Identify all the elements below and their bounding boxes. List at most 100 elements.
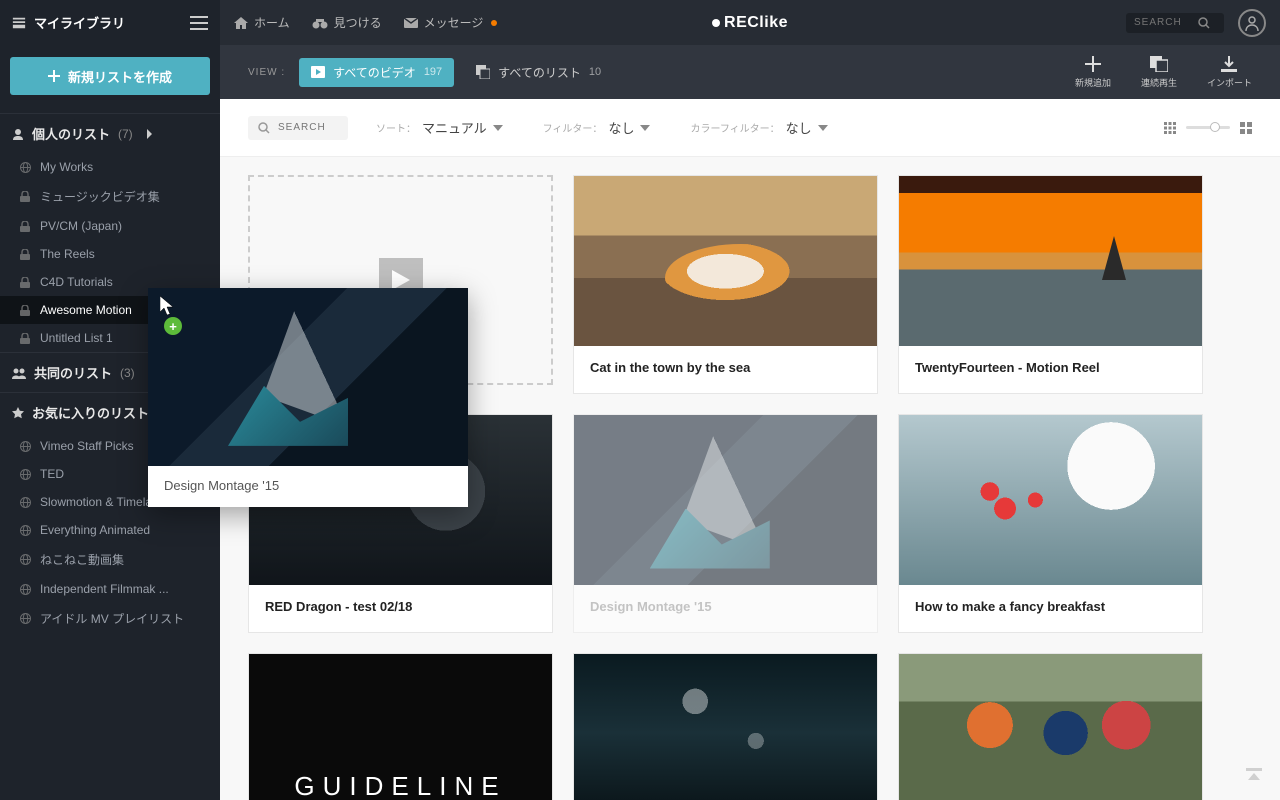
action-add-new[interactable]: 新規追加 xyxy=(1075,56,1111,89)
action-import[interactable]: インポート xyxy=(1207,56,1252,89)
sort-value: マニュアル xyxy=(422,118,487,137)
mail-icon xyxy=(404,18,418,28)
thumbnail xyxy=(899,176,1202,346)
sidebar-item[interactable]: Independent Filmmak ... xyxy=(0,575,220,603)
sort-dropdown[interactable]: ソート： マニュアル xyxy=(376,118,503,137)
chevron-right-icon xyxy=(145,129,153,139)
drag-preview-card[interactable]: + Design Montage '15 xyxy=(148,288,468,507)
nav-messages[interactable]: メッセージ xyxy=(404,14,498,31)
nav-home[interactable]: ホーム xyxy=(234,14,290,31)
new-list-label: 新規リストを作成 xyxy=(68,67,172,86)
action-play-all[interactable]: 連続再生 xyxy=(1141,56,1177,89)
globe-icon xyxy=(20,584,32,595)
view-all-videos-label: すべてのビデオ xyxy=(333,64,416,81)
hamburger-icon[interactable] xyxy=(190,16,208,30)
sidebar-item-label: Slowmotion & Timela ... xyxy=(40,495,165,509)
library-icon xyxy=(12,16,26,30)
sidebar-item-label: Independent Filmmak ... xyxy=(40,582,169,596)
video-card[interactable] xyxy=(898,653,1203,800)
sidebar-item-label: アイドル MV プレイリスト xyxy=(40,610,184,627)
sidebar-title: マイライブラリ xyxy=(34,13,125,32)
sidebar-item-label: The Reels xyxy=(40,247,95,261)
nav-find[interactable]: 見つける xyxy=(312,14,382,31)
card-title: RED Dragon - test 02/18 xyxy=(249,585,552,632)
card-title: How to make a fancy breakfast xyxy=(899,585,1202,632)
sidebar-item-label: Awesome Motion xyxy=(40,303,132,317)
video-card[interactable]: Design Montage '15 xyxy=(573,414,878,633)
slider-knob[interactable] xyxy=(1210,122,1220,132)
nav-messages-label: メッセージ xyxy=(424,14,484,31)
stack-icon xyxy=(1150,56,1168,72)
search-input[interactable] xyxy=(1134,17,1198,28)
action-play-all-label: 連続再生 xyxy=(1141,76,1177,89)
brand-logo[interactable]: REClike xyxy=(712,14,788,32)
color-filter-dropdown[interactable]: カラーフィルター： なし xyxy=(690,118,827,137)
sidebar-item[interactable]: ねこねこ動画集 xyxy=(0,544,220,575)
global-search[interactable] xyxy=(1126,13,1224,33)
video-card[interactable]: Cat in the town by the sea xyxy=(573,175,878,394)
grid-search-input[interactable] xyxy=(278,122,338,133)
globe-icon xyxy=(20,525,32,536)
chevron-down-icon xyxy=(640,125,650,131)
drag-thumbnail: + xyxy=(148,288,468,466)
search-icon xyxy=(1198,17,1210,29)
home-icon xyxy=(234,17,248,29)
section-favorites-label: お気に入りのリスト xyxy=(32,403,149,422)
avatar[interactable] xyxy=(1238,9,1266,37)
lock-icon xyxy=(20,333,32,344)
color-filter-value: なし xyxy=(786,118,812,137)
record-icon xyxy=(712,19,720,27)
filter-dropdown[interactable]: フィルター： なし xyxy=(543,118,651,137)
card-title: TwentyFourteen - Motion Reel xyxy=(899,346,1202,393)
sidebar-item[interactable]: The Reels xyxy=(0,240,220,268)
view-all-videos[interactable]: すべてのビデオ 197 xyxy=(299,58,454,87)
globe-icon xyxy=(20,554,32,565)
sidebar-item[interactable]: Everything Animated xyxy=(0,516,220,544)
sidebar-item[interactable]: ミュージックビデオ集 xyxy=(0,181,220,212)
lock-icon xyxy=(20,191,32,202)
view-all-lists-count: 10 xyxy=(589,66,601,78)
video-card[interactable]: GUIDELINE xyxy=(248,653,553,800)
scroll-top-button[interactable] xyxy=(1246,768,1262,786)
color-filter-label: カラーフィルター： xyxy=(690,120,779,135)
grid-large-icon[interactable] xyxy=(1240,122,1252,134)
notification-badge xyxy=(491,20,497,26)
sidebar-item-label: Untitled List 1 xyxy=(40,331,113,345)
lock-icon xyxy=(20,221,32,232)
view-all-videos-count: 197 xyxy=(424,66,442,78)
view-all-lists[interactable]: すべてのリスト 10 xyxy=(464,58,613,87)
globe-icon xyxy=(20,469,32,480)
action-import-label: インポート xyxy=(1207,76,1252,89)
sidebar-item-label: ミュージックビデオ集 xyxy=(40,188,160,205)
chevron-down-icon xyxy=(493,125,503,131)
video-card[interactable]: TwentyFourteen - Motion Reel xyxy=(898,175,1203,394)
action-add-new-label: 新規追加 xyxy=(1075,76,1111,89)
video-card[interactable]: How to make a fancy breakfast xyxy=(898,414,1203,633)
section-personal[interactable]: 個人のリスト (7) xyxy=(0,113,220,153)
sidebar-item[interactable]: My Works xyxy=(0,153,220,181)
view-all-lists-label: すべてのリスト xyxy=(498,64,581,81)
sidebar-item-label: My Works xyxy=(40,160,93,174)
add-badge-icon: + xyxy=(164,317,182,335)
sidebar-item[interactable]: アイドル MV プレイリスト xyxy=(0,603,220,634)
filter-value: なし xyxy=(608,118,634,137)
person-icon xyxy=(12,128,24,140)
grid-search[interactable] xyxy=(248,116,348,140)
thumbnail: GUIDELINE xyxy=(249,654,552,800)
search-icon xyxy=(258,122,270,134)
download-icon xyxy=(1221,56,1237,72)
globe-icon xyxy=(20,162,32,173)
video-card[interactable] xyxy=(573,653,878,800)
sidebar-header: マイライブラリ xyxy=(0,0,220,45)
sidebar-item[interactable]: PV/CM (Japan) xyxy=(0,212,220,240)
sidebar-item-label: PV/CM (Japan) xyxy=(40,219,122,233)
lock-icon xyxy=(20,277,32,288)
view-label: VIEW : xyxy=(248,67,285,78)
play-box-icon xyxy=(311,66,325,78)
people-icon xyxy=(12,367,26,379)
thumb-size-slider[interactable] xyxy=(1186,126,1230,129)
globe-icon xyxy=(20,613,32,624)
new-list-button[interactable]: 新規リストを作成 xyxy=(10,57,210,95)
grid-small-icon[interactable] xyxy=(1164,122,1176,134)
star-icon xyxy=(12,407,24,419)
